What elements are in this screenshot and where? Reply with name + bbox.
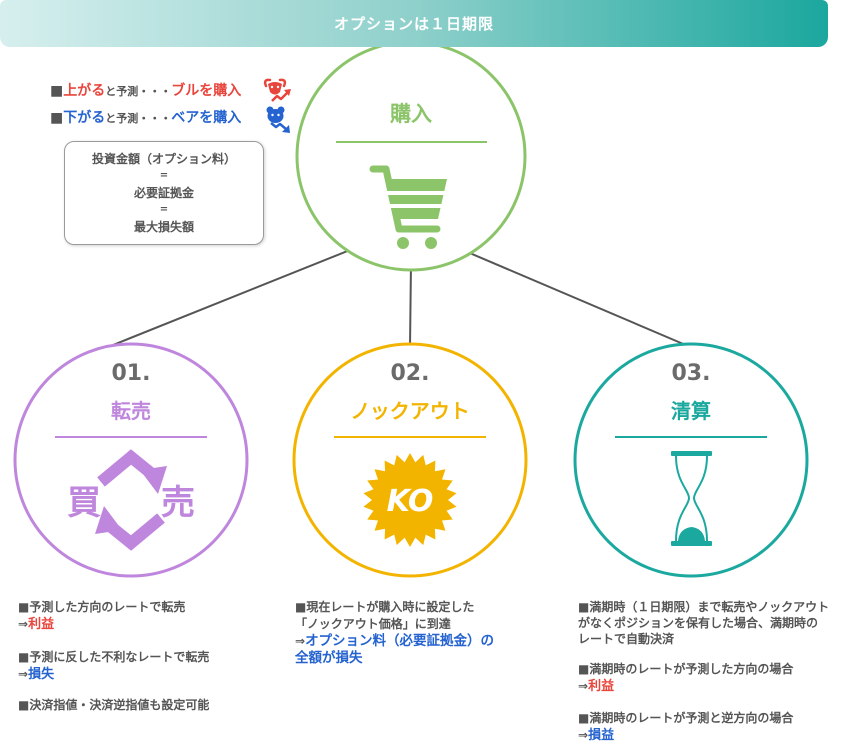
note-condition: 「ノックアウト価格」に到達 — [295, 617, 451, 631]
note-result-loss: 損失 — [28, 667, 55, 682]
note-item: ■満期時のレートが予測した方向の場合 ⇒利益 — [578, 661, 793, 695]
bear-icon — [266, 106, 290, 133]
arrow-symbol: ⇒ — [578, 679, 589, 693]
note-item: ■満期時（１日期限）まで転売やノックアウト がなくポジションを保有した場合、満期… — [578, 599, 829, 647]
step-settlement: 03. 清算 — [573, 342, 809, 578]
arrow-symbol: ⇒ — [578, 728, 589, 742]
note-condition: ■予測に反した不利なレートで転売 — [18, 650, 210, 664]
note-result-profit: 利益 — [28, 617, 55, 632]
step-resale: 01. 転売 買 売 — [13, 342, 249, 578]
connector-resale — [112, 247, 356, 346]
note-condition: ■予測した方向のレートで転売 — [18, 600, 186, 614]
step-knockout: 02. ノックアウト KO — [292, 342, 528, 578]
step-title: ノックアウト — [350, 399, 470, 423]
note-result-loss: 全額が損失 — [295, 650, 363, 666]
arrow-symbol: ⇒ — [295, 634, 306, 648]
note-item: ■決済指値・決済逆指値も設定可能 — [18, 697, 209, 714]
legend-bullet: ■ — [50, 110, 64, 126]
step-number: 03. — [672, 361, 711, 386]
note-item: ■満期時のレートが予測と逆方向の場合 ⇒損益 — [578, 710, 793, 744]
note-result-line: ⇒損失 — [18, 666, 209, 683]
legend-trigger-up: 上がる — [63, 83, 106, 99]
note-item: ■現在レートが購入時に設定した 「ノックアウト価格」に到達 ⇒オプション料（必要… — [295, 599, 494, 667]
legend-bullet: ■ — [50, 83, 64, 99]
legend-action-buy-bear: ベアを購入 — [171, 110, 242, 126]
note-condition: レートで自動決済 — [578, 632, 675, 646]
note-result-line: ⇒利益 — [578, 678, 793, 695]
step-title: 清算 — [671, 399, 711, 423]
legend-predict-text: と予測・・・ — [105, 85, 172, 98]
note-result-loss: 損益 — [588, 728, 615, 743]
step-number: 02. — [391, 361, 430, 386]
note-result-line: 全額が損失 — [295, 650, 494, 667]
legend-trigger-down: 下がる — [63, 110, 106, 126]
note-result-loss: オプション料（必要証拠金）の — [305, 633, 495, 649]
step-number: 01. — [112, 361, 151, 386]
required-margin-label: 必要証拠金 — [133, 186, 194, 200]
arrow-symbol: ⇒ — [18, 667, 29, 681]
note-item: ■予測に反した不利なレートで転売 ⇒損失 — [18, 649, 209, 683]
legend-bull: ■上がると予測・・・ブルを購入 — [50, 81, 241, 101]
step-title: 転売 — [111, 399, 151, 423]
note-result-line: ⇒利益 — [18, 616, 185, 633]
legend-predict-text: と予測・・・ — [105, 112, 172, 125]
equals-sign: = — [159, 170, 169, 181]
note-condition: ■決済指値・決済逆指値も設定可能 — [18, 698, 210, 712]
bull-icon — [263, 78, 291, 102]
legend-action-buy-bull: ブルを購入 — [171, 83, 242, 99]
connector-knockout — [409, 261, 412, 348]
note-condition: ■現在レートが購入時に設定した — [295, 600, 475, 614]
note-condition: ■満期時（１日期限）まで転売やノックアウト — [578, 600, 830, 614]
max-loss-label: 最大損失額 — [133, 220, 194, 234]
cost-equivalence-box: 投資金額（オプション料） = 必要証拠金 = 最大損失額 — [64, 141, 264, 245]
connector-settlement — [464, 250, 689, 347]
purchase-circle — [295, 40, 527, 272]
note-condition: ■満期時のレートが予測した方向の場合 — [578, 662, 794, 676]
note-item: ■予測した方向のレートで転売 ⇒利益 — [18, 599, 185, 633]
purchase-node: 購入 — [295, 40, 527, 272]
sell-label: 売 — [161, 483, 195, 523]
banner-title: オプションは１日期限 — [333, 15, 494, 33]
investment-amount-label: 投資金額（オプション料） — [91, 152, 236, 166]
note-result-line: ⇒損益 — [578, 727, 793, 744]
note-condition: ■満期時のレートが予測と逆方向の場合 — [578, 711, 794, 725]
buy-label: 買 — [67, 483, 101, 523]
legend-bear: ■下がると予測・・・ベアを購入 — [50, 108, 241, 128]
equals-sign: = — [159, 204, 169, 215]
title-banner: オプションは１日期限 — [0, 0, 828, 47]
note-result-profit: 利益 — [588, 679, 615, 694]
purchase-title: 購入 — [389, 102, 432, 126]
arrow-symbol: ⇒ — [18, 617, 29, 631]
note-result-line: ⇒オプション料（必要証拠金）の — [295, 633, 494, 650]
note-condition: がなくポジションを保有した場合、満期時の — [578, 616, 819, 630]
knockout-badge-label: KO — [387, 484, 434, 519]
